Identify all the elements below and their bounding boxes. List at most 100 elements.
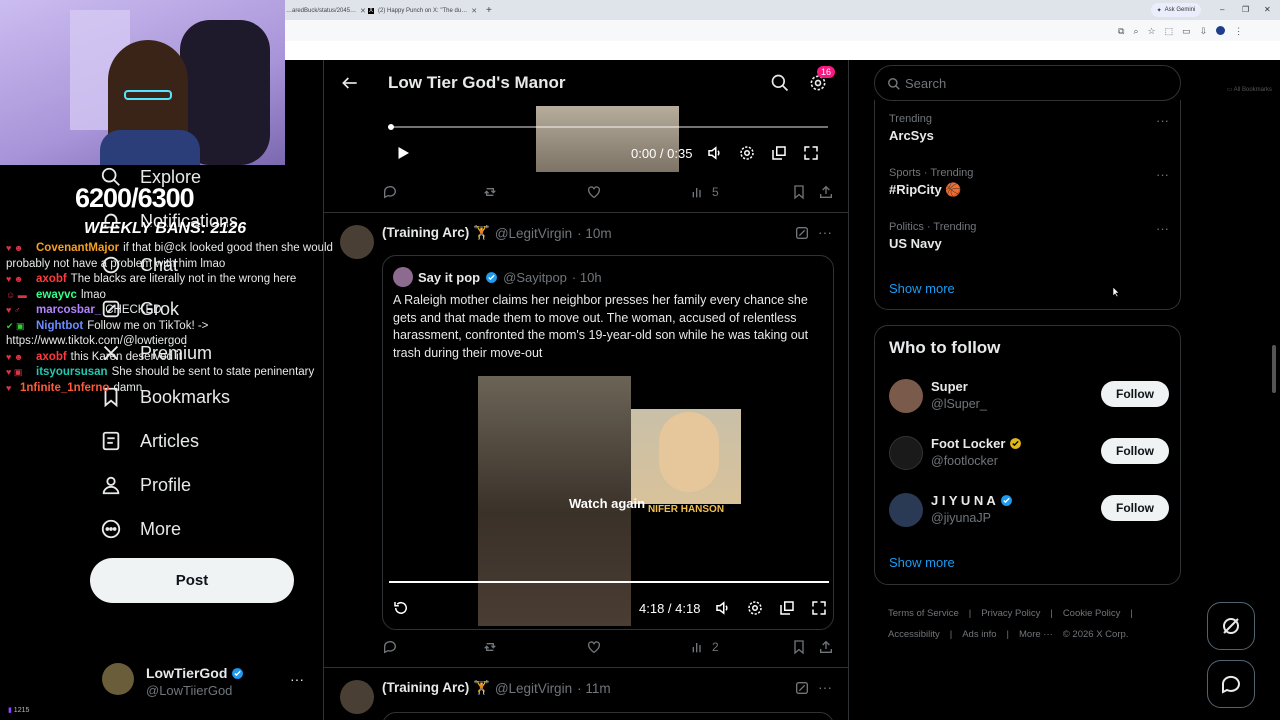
video-progress-bar[interactable] — [389, 581, 829, 583]
follow-button[interactable]: Follow — [1101, 381, 1169, 407]
bookmark-button[interactable] — [791, 184, 807, 200]
avatar[interactable] — [340, 225, 374, 259]
more-dots-icon[interactable]: ··· — [818, 224, 832, 240]
webcam-overlay — [0, 0, 285, 165]
messages-fab-button[interactable] — [1207, 660, 1255, 708]
grok-fab-button[interactable] — [1207, 602, 1255, 650]
more-dots-icon[interactable]: ··· — [1156, 221, 1169, 236]
reply-button[interactable] — [382, 184, 398, 200]
star-icon[interactable]: ☆ — [1147, 26, 1155, 37]
handle[interactable]: @LegitVirgin — [495, 681, 572, 696]
browser-tab[interactable]: X (2) Happy Punch on X: "The du… ✕ — [368, 3, 477, 18]
page-scrollbar[interactable] — [1272, 345, 1276, 393]
bookmark-button[interactable] — [791, 639, 807, 655]
footer-more-link[interactable]: More ··· — [1019, 629, 1053, 640]
chat-username: itsyoursusan — [36, 366, 108, 378]
back-arrow-icon[interactable] — [340, 73, 360, 93]
footer-link[interactable]: Terms of Service — [888, 608, 959, 619]
like-button[interactable] — [586, 639, 602, 655]
more-dots-icon[interactable]: ··· — [1156, 113, 1169, 128]
footer-link[interactable]: Privacy Policy — [981, 608, 1040, 619]
repost-button[interactable] — [482, 184, 498, 200]
follow-suggestion[interactable]: J I Y U N A @jiyunaJP Follow — [889, 493, 1169, 531]
like-button[interactable] — [586, 184, 602, 200]
downloads-icon[interactable]: ⇩ — [1200, 26, 1208, 37]
all-bookmarks-link[interactable]: ▭ All Bookmarks — [1227, 86, 1272, 93]
quoted-tweet[interactable]: Say it pop @Sayitpop · 10h A Raleigh mot… — [382, 255, 834, 630]
more-dots-icon[interactable]: ··· — [818, 679, 832, 695]
browser-tab[interactable]: …aredBuck/status/2045… ✕ — [286, 3, 366, 18]
volume-icon[interactable] — [706, 144, 724, 162]
video-player[interactable]: 0:00 / 0:35 — [388, 106, 828, 172]
footer-link[interactable]: Ads info — [962, 629, 996, 640]
nav-more[interactable]: More — [100, 518, 181, 540]
search-field[interactable] — [874, 65, 1181, 101]
maximize-icon[interactable]: ❐ — [1242, 5, 1249, 14]
share-button[interactable] — [818, 639, 834, 655]
close-icon[interactable]: ✕ — [471, 7, 477, 15]
nav-profile[interactable]: Profile — [100, 474, 191, 496]
avatar[interactable] — [889, 436, 923, 470]
ask-gemini-button[interactable]: ✦ Ask Gemini — [1151, 3, 1201, 17]
trend-item[interactable]: Trending ArcSys ··· — [889, 113, 1169, 143]
trend-topic: #RipCity 🏀 — [889, 182, 962, 197]
nav-articles[interactable]: Articles — [100, 430, 199, 452]
pip-icon[interactable] — [770, 144, 788, 162]
follow-button[interactable]: Follow — [1101, 495, 1169, 521]
grok-icon[interactable] — [794, 680, 810, 696]
footer-link[interactable]: Accessibility — [888, 629, 940, 640]
pip-icon[interactable] — [778, 599, 796, 617]
timestamp[interactable]: · 10m — [577, 226, 612, 241]
timestamp[interactable]: · 11m — [577, 681, 611, 696]
follow-suggestion[interactable]: Super @lSuper_ Follow — [889, 379, 1169, 417]
reply-button[interactable] — [382, 639, 398, 655]
new-tab-button[interactable]: + — [486, 3, 492, 18]
trend-item[interactable]: Politics · Trending US Navy ··· — [889, 221, 1169, 251]
avatar[interactable] — [340, 680, 374, 714]
repost-button[interactable] — [482, 639, 498, 655]
video-scrubber[interactable] — [388, 124, 394, 130]
search-input[interactable] — [905, 73, 1165, 93]
show-more-follows-link[interactable]: Show more — [889, 555, 955, 570]
zoom-icon[interactable]: ⌕ — [1133, 26, 1138, 37]
handle[interactable]: @LegitVirgin — [495, 226, 572, 241]
views-button[interactable]: 5 — [690, 184, 719, 200]
quoted-tweet[interactable] — [382, 712, 834, 720]
account-switcher[interactable]: LowTierGod @LowTiierGod ··· — [102, 663, 312, 703]
more-dots-icon[interactable]: ··· — [290, 671, 304, 687]
video-progress-bar[interactable] — [388, 126, 828, 128]
fullscreen-icon[interactable] — [802, 144, 820, 162]
fullscreen-icon[interactable] — [810, 599, 828, 617]
replay-icon[interactable] — [392, 599, 410, 617]
settings-icon[interactable] — [738, 144, 756, 162]
search-icon[interactable] — [770, 73, 790, 93]
display-name[interactable]: (Training Arc) 🏋 — [382, 225, 490, 241]
more-dots-icon[interactable]: ··· — [1156, 167, 1169, 182]
menu-icon[interactable]: ⋮ — [1234, 26, 1243, 37]
trend-item[interactable]: Sports · Trending #RipCity 🏀 ··· — [889, 167, 1169, 198]
show-more-trends-link[interactable]: Show more — [889, 281, 955, 296]
share-button[interactable] — [818, 184, 834, 200]
follow-button[interactable]: Follow — [1101, 438, 1169, 464]
post-button[interactable]: Post — [90, 558, 294, 603]
volume-icon[interactable] — [714, 599, 732, 617]
close-icon[interactable]: ✕ — [360, 7, 366, 15]
share-icon — [820, 640, 832, 653]
views-button[interactable]: 2 — [690, 639, 719, 655]
minimize-icon[interactable]: – — [1220, 5, 1224, 14]
follow-suggestion[interactable]: Foot Locker @footlocker Follow — [889, 436, 1169, 474]
video-player[interactable]: NIFER HANSON Watch again 4:18 / 4:18 — [389, 376, 829, 626]
profile-avatar-icon[interactable] — [1216, 26, 1226, 35]
grok-icon[interactable] — [794, 225, 810, 241]
avatar[interactable] — [889, 379, 923, 413]
play-icon[interactable] — [394, 144, 412, 162]
settings-icon[interactable] — [746, 599, 764, 617]
display-name[interactable]: (Training Arc) 🏋 — [382, 680, 490, 696]
cast-icon[interactable]: ⧉ — [1118, 26, 1124, 37]
footer-link[interactable]: Cookie Policy — [1063, 608, 1121, 619]
extensions-icon[interactable]: ⬚ — [1165, 26, 1174, 37]
avatar[interactable] — [889, 493, 923, 527]
window-close-icon[interactable]: ✕ — [1264, 5, 1271, 14]
watch-again-button[interactable]: Watch again — [569, 496, 645, 511]
sidepanel-icon[interactable]: ▭ — [1182, 26, 1191, 37]
